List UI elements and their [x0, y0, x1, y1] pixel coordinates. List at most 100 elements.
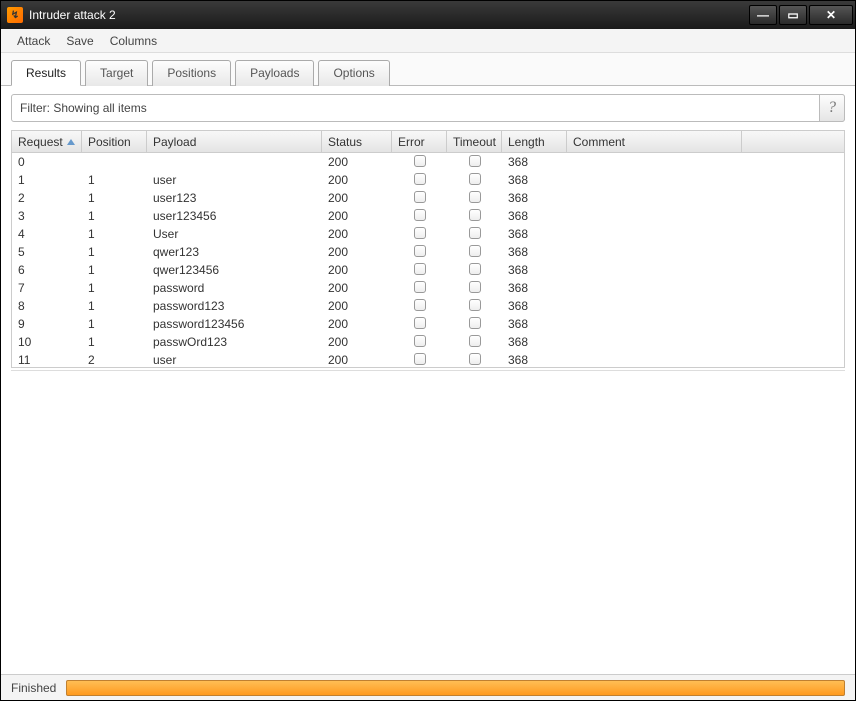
- col-request[interactable]: Request: [12, 131, 82, 152]
- tab-options[interactable]: Options: [318, 60, 389, 86]
- maximize-button[interactable]: ▭: [779, 5, 807, 25]
- cell-timeout: [447, 351, 502, 368]
- tab-target[interactable]: Target: [85, 60, 148, 86]
- col-position[interactable]: Position: [82, 131, 147, 152]
- checkbox-icon[interactable]: [414, 353, 426, 365]
- cell-status: 200: [322, 279, 392, 297]
- checkbox-icon[interactable]: [469, 335, 481, 347]
- menu-save[interactable]: Save: [60, 32, 99, 50]
- cell-request: 0: [12, 153, 82, 171]
- cell-request: 4: [12, 225, 82, 243]
- cell-length: 368: [502, 297, 567, 315]
- col-timeout[interactable]: Timeout: [447, 131, 502, 152]
- cell-timeout: [447, 225, 502, 244]
- help-button[interactable]: ?: [819, 94, 845, 122]
- checkbox-icon[interactable]: [414, 299, 426, 311]
- tab-payloads[interactable]: Payloads: [235, 60, 314, 86]
- tab-results[interactable]: Results: [11, 60, 81, 86]
- cell-status: 200: [322, 297, 392, 315]
- checkbox-icon[interactable]: [469, 227, 481, 239]
- col-payload[interactable]: Payload: [147, 131, 322, 152]
- table-row[interactable]: 21user123200368: [12, 189, 844, 207]
- col-status[interactable]: Status: [322, 131, 392, 152]
- cell-error: [392, 333, 447, 352]
- cell-length: 368: [502, 351, 567, 367]
- cell-comment: [567, 214, 742, 218]
- checkbox-icon[interactable]: [414, 263, 426, 275]
- detail-pane: [11, 370, 845, 666]
- filter-label: Filter: Showing all items: [20, 101, 147, 115]
- checkbox-icon[interactable]: [469, 209, 481, 221]
- cell-timeout: [447, 261, 502, 280]
- checkbox-icon[interactable]: [414, 245, 426, 257]
- checkbox-icon[interactable]: [414, 209, 426, 221]
- cell-error: [392, 279, 447, 298]
- cell-position: 1: [82, 333, 147, 351]
- cell-position: [82, 160, 147, 164]
- checkbox-icon[interactable]: [469, 155, 481, 167]
- checkbox-icon[interactable]: [414, 173, 426, 185]
- checkbox-icon[interactable]: [414, 155, 426, 167]
- table-row[interactable]: 0200368: [12, 153, 844, 171]
- cell-comment: [567, 340, 742, 344]
- tab-positions[interactable]: Positions: [152, 60, 231, 86]
- cell-position: 1: [82, 189, 147, 207]
- menu-attack[interactable]: Attack: [11, 32, 56, 50]
- cell-timeout: [447, 297, 502, 316]
- table-row[interactable]: 11user200368: [12, 171, 844, 189]
- table-header: Request Position Payload Status Error Ti…: [12, 131, 844, 153]
- checkbox-icon[interactable]: [469, 263, 481, 275]
- cell-comment: [567, 358, 742, 362]
- table-row[interactable]: 81password123200368: [12, 297, 844, 315]
- cell-comment: [567, 196, 742, 200]
- checkbox-icon[interactable]: [469, 281, 481, 293]
- cell-status: 200: [322, 315, 392, 333]
- app-icon: ↯: [7, 7, 23, 23]
- checkbox-icon[interactable]: [469, 353, 481, 365]
- cell-request: 9: [12, 315, 82, 333]
- table-row[interactable]: 31user123456200368: [12, 207, 844, 225]
- table-body[interactable]: 020036811user20036821user12320036831user…: [12, 153, 844, 367]
- cell-position: 1: [82, 315, 147, 333]
- checkbox-icon[interactable]: [469, 245, 481, 257]
- checkbox-icon[interactable]: [469, 191, 481, 203]
- status-label: Finished: [11, 681, 56, 695]
- table-row[interactable]: 41User200368: [12, 225, 844, 243]
- titlebar[interactable]: ↯ Intruder attack 2 — ▭ ✕: [1, 1, 855, 29]
- cell-position: 2: [82, 351, 147, 367]
- table-row[interactable]: 61qwer123456200368: [12, 261, 844, 279]
- cell-status: 200: [322, 207, 392, 225]
- cell-error: [392, 297, 447, 316]
- table-row[interactable]: 51qwer123200368: [12, 243, 844, 261]
- checkbox-icon[interactable]: [469, 299, 481, 311]
- checkbox-icon[interactable]: [414, 281, 426, 293]
- cell-length: 368: [502, 333, 567, 351]
- cell-request: 5: [12, 243, 82, 261]
- cell-payload: qwer123456: [147, 261, 322, 279]
- table-row[interactable]: 91password123456200368: [12, 315, 844, 333]
- close-button[interactable]: ✕: [809, 5, 853, 25]
- col-length[interactable]: Length: [502, 131, 567, 152]
- cell-timeout: [447, 315, 502, 334]
- cell-position: 1: [82, 279, 147, 297]
- menu-columns[interactable]: Columns: [104, 32, 163, 50]
- minimize-button[interactable]: —: [749, 5, 777, 25]
- cell-payload: password123: [147, 297, 322, 315]
- cell-request: 1: [12, 171, 82, 189]
- table-row[interactable]: 71password200368: [12, 279, 844, 297]
- checkbox-icon[interactable]: [469, 173, 481, 185]
- col-error[interactable]: Error: [392, 131, 447, 152]
- cell-error: [392, 171, 447, 190]
- checkbox-icon[interactable]: [414, 317, 426, 329]
- table-row[interactable]: 112user200368: [12, 351, 844, 367]
- checkbox-icon[interactable]: [414, 227, 426, 239]
- filter-bar[interactable]: Filter: Showing all items ?: [11, 94, 845, 122]
- checkbox-icon[interactable]: [469, 317, 481, 329]
- cell-comment: [567, 268, 742, 272]
- cell-status: 200: [322, 351, 392, 367]
- menubar: Attack Save Columns: [1, 29, 855, 53]
- checkbox-icon[interactable]: [414, 191, 426, 203]
- table-row[interactable]: 101passwOrd123200368: [12, 333, 844, 351]
- col-comment[interactable]: Comment: [567, 131, 742, 152]
- checkbox-icon[interactable]: [414, 335, 426, 347]
